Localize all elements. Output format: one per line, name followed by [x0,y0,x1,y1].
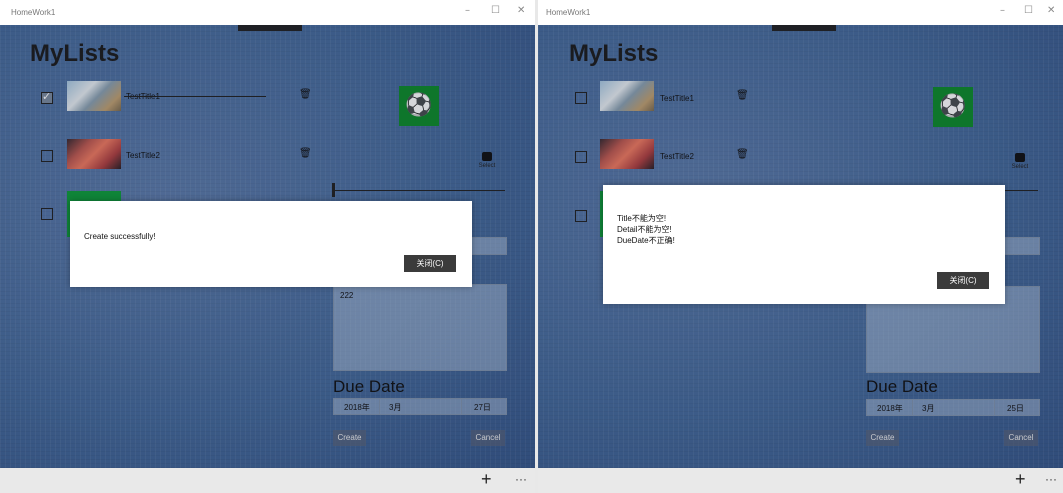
dialog-message: Create successfully! [84,232,156,241]
command-bar: + ··· [0,468,535,493]
app-content: MyLists TestTitle1 🗑 TestTitle2 🗑 ⚽ Sele… [538,25,1063,468]
right-window: HomeWork1 – ☐ ✕ MyLists TestTitle1 🗑 Tes… [538,0,1063,493]
close-window-button[interactable]: ✕ [517,5,525,16]
dialog-message-line: Detail不能为空! [617,225,672,234]
app-content: MyLists TestTitle1 🗑 TestTitle2 🗑 ⚽ Sele… [0,25,535,468]
window-title: HomeWork1 [546,8,591,17]
more-icon[interactable]: ··· [515,472,527,486]
title-bar: HomeWork1 – ☐ ✕ [0,0,535,25]
left-window: HomeWork1 – ☐ ✕ MyLists TestTitle1 🗑 Tes… [0,0,535,493]
minimize-button[interactable]: – [465,5,470,16]
minimize-button[interactable]: – [1000,5,1005,16]
window-title: HomeWork1 [11,8,56,17]
more-icon[interactable]: ··· [1045,472,1057,486]
add-icon[interactable]: + [481,469,492,490]
close-window-button[interactable]: ✕ [1047,5,1055,16]
dialog-close-button[interactable]: 关闭(C) [404,255,456,272]
maximize-button[interactable]: ☐ [1024,5,1033,16]
message-dialog: Create successfully! 关闭(C) [70,201,472,287]
maximize-button[interactable]: ☐ [491,5,500,16]
command-bar: + ··· [538,468,1063,493]
title-bar: HomeWork1 – ☐ ✕ [538,0,1063,25]
dialog-message-line: Title不能为空! [617,214,667,223]
dialog-message-line: DueDate不正确! [617,236,675,245]
add-icon[interactable]: + [1015,469,1026,490]
message-dialog: Title不能为空! Detail不能为空! DueDate不正确! 关闭(C) [603,185,1005,304]
dialog-close-button[interactable]: 关闭(C) [937,272,989,289]
